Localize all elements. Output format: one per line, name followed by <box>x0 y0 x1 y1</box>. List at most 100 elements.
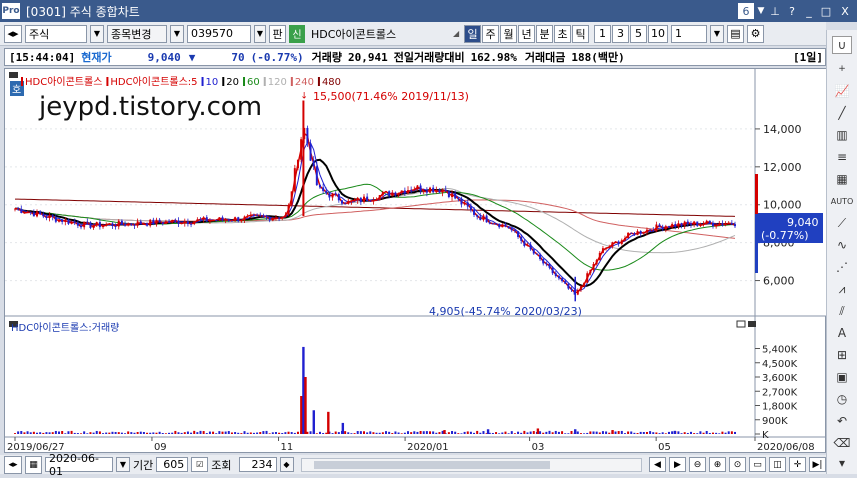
zoom-out-icon[interactable]: ⊖ <box>689 457 706 472</box>
code-dropdown-icon[interactable]: ▼ <box>254 24 266 43</box>
undo-icon[interactable]: ↶ <box>832 412 852 430</box>
period-button[interactable]: 분 <box>536 24 553 43</box>
split-icon[interactable]: ◫ <box>769 457 786 472</box>
interval-button[interactable]: 10 <box>648 24 668 43</box>
help-icon[interactable]: ? <box>785 3 799 19</box>
shin-button[interactable]: 신 <box>289 24 305 43</box>
save-icon[interactable]: ▤ <box>727 24 744 43</box>
zoom-reset-icon[interactable]: ⊙ <box>729 457 746 472</box>
query-input[interactable]: 234 <box>238 457 277 472</box>
volume-bar <box>212 431 215 434</box>
auto-icon[interactable]: AUTO <box>831 192 854 210</box>
zoom-in-icon[interactable]: ⊕ <box>709 457 726 472</box>
volume-bar <box>705 430 708 434</box>
panel-close-icon[interactable] <box>748 321 756 327</box>
panel-maximize-icon[interactable] <box>736 320 746 328</box>
pin-icon[interactable]: ⊥ <box>768 3 782 19</box>
stats-icon[interactable]: ▦ <box>832 170 852 188</box>
period-button[interactable]: 월 <box>500 24 517 43</box>
candle-body <box>309 143 312 161</box>
settings-icon[interactable]: ⚙ <box>747 24 764 43</box>
panel-menu-icon[interactable] <box>9 72 18 78</box>
volume-bar <box>130 432 133 434</box>
candle-body <box>149 219 152 226</box>
interval-input[interactable]: 1 <box>671 24 707 43</box>
candle-body <box>463 202 466 205</box>
candle-body <box>177 220 180 224</box>
page-number-button[interactable]: 6 <box>738 3 754 19</box>
chart-area[interactable]: 호 jeypd.tistory.com HDC아이콘트롤스 HDC아이콘트롤스:5… <box>4 68 827 454</box>
candle-body <box>262 215 265 217</box>
scroll-end-icon[interactable]: ▶| <box>809 457 826 472</box>
tool-icon[interactable]: + <box>832 60 852 78</box>
query-spinner-icon[interactable]: ◆ <box>279 457 294 472</box>
scroll-arrows-icon[interactable]: ◂▸ <box>4 455 22 474</box>
volume-bar <box>23 432 26 434</box>
price-label: 현재가 <box>81 51 112 64</box>
period-button[interactable]: 틱 <box>572 24 589 43</box>
line-tool-icon[interactable]: ╱ <box>832 104 852 122</box>
volume-bar <box>281 432 284 434</box>
candle-body <box>344 203 347 205</box>
zigzag-icon[interactable]: ⩘ <box>832 280 852 298</box>
crosshair-icon[interactable]: ✛ <box>789 457 806 472</box>
scroll-down-icon[interactable]: ▾ <box>832 454 852 472</box>
page-dropdown-icon[interactable]: ▼ <box>756 3 766 19</box>
scrollbar-thumb[interactable] <box>313 460 550 469</box>
candle-body <box>579 286 582 291</box>
window-icon[interactable]: ▣ <box>832 368 852 386</box>
ruler-icon[interactable]: ⊞ <box>832 346 852 364</box>
channel-icon[interactable]: ⫽ <box>832 302 852 320</box>
fibonacci-icon[interactable]: ⋰ <box>832 258 852 276</box>
delete-icon[interactable]: ⌫ <box>832 434 852 452</box>
resize-grip-icon: ◢ <box>453 29 460 38</box>
wave-icon[interactable]: ∿ <box>832 236 852 254</box>
scroll-right-icon[interactable]: ▶ <box>669 457 686 472</box>
stock-change-button[interactable]: 종목변경 <box>107 24 167 43</box>
horizontal-scrollbar[interactable] <box>300 457 642 472</box>
period-input[interactable]: 605 <box>156 457 189 472</box>
market-dropdown-icon[interactable]: ▼ <box>90 24 104 43</box>
clock-icon[interactable]: ◷ <box>832 390 852 408</box>
calendar-icon[interactable]: ▦ <box>25 455 42 474</box>
volume-bar <box>95 430 98 434</box>
interval-button[interactable]: 5 <box>630 24 647 43</box>
period-button[interactable]: 년 <box>518 24 535 43</box>
fit-icon[interactable]: ▭ <box>749 457 766 472</box>
market-select[interactable]: 주식 <box>25 24 87 43</box>
minimize-icon[interactable]: _ <box>802 3 816 19</box>
checkbox-icon[interactable]: ☑ <box>191 457 209 472</box>
text-tool-icon[interactable]: A <box>832 324 852 342</box>
indicator-icon[interactable]: ≡ <box>832 148 852 166</box>
stock-change-dropdown-icon[interactable]: ▼ <box>170 24 184 43</box>
trend-icon[interactable]: ⟋ <box>832 214 852 232</box>
volume-bar <box>699 431 702 434</box>
collapse-icon[interactable]: ∪ <box>832 36 852 54</box>
period-button[interactable]: 주 <box>482 24 499 43</box>
volume-bar <box>608 432 611 434</box>
nav-arrows-icon[interactable]: ◂▸ <box>4 24 22 43</box>
interval-dropdown-icon[interactable]: ▼ <box>710 24 724 43</box>
volume-bar <box>564 433 567 434</box>
bar-tool-icon[interactable]: ▥ <box>832 126 852 144</box>
close-icon[interactable]: X <box>838 3 852 19</box>
pan-button[interactable]: 판 <box>269 24 286 43</box>
scroll-left-icon[interactable]: ◀ <box>649 457 666 472</box>
date-input[interactable]: 2020-06-01 <box>45 452 113 478</box>
volume-bar <box>58 431 61 434</box>
period-button[interactable]: 초 <box>554 24 571 43</box>
candle-body <box>658 224 661 227</box>
date-dropdown-icon[interactable]: ▼ <box>116 457 130 472</box>
candle-body <box>86 221 89 223</box>
chart-svg[interactable]: 호 jeypd.tistory.com HDC아이콘트롤스 HDC아이콘트롤스:5… <box>5 69 827 454</box>
stock-code-input[interactable]: 039570 <box>187 24 251 43</box>
period-button[interactable]: 일 <box>464 24 481 43</box>
volume-bar <box>510 431 513 434</box>
interval-button[interactable]: 3 <box>612 24 629 43</box>
chart-type-icon[interactable]: 📈 <box>832 82 852 100</box>
volume-bar <box>667 431 670 434</box>
interval-button[interactable]: 1 <box>594 24 611 43</box>
candle-body <box>108 223 111 225</box>
maximize-icon[interactable]: □ <box>819 3 833 19</box>
volume-bar <box>29 432 32 434</box>
